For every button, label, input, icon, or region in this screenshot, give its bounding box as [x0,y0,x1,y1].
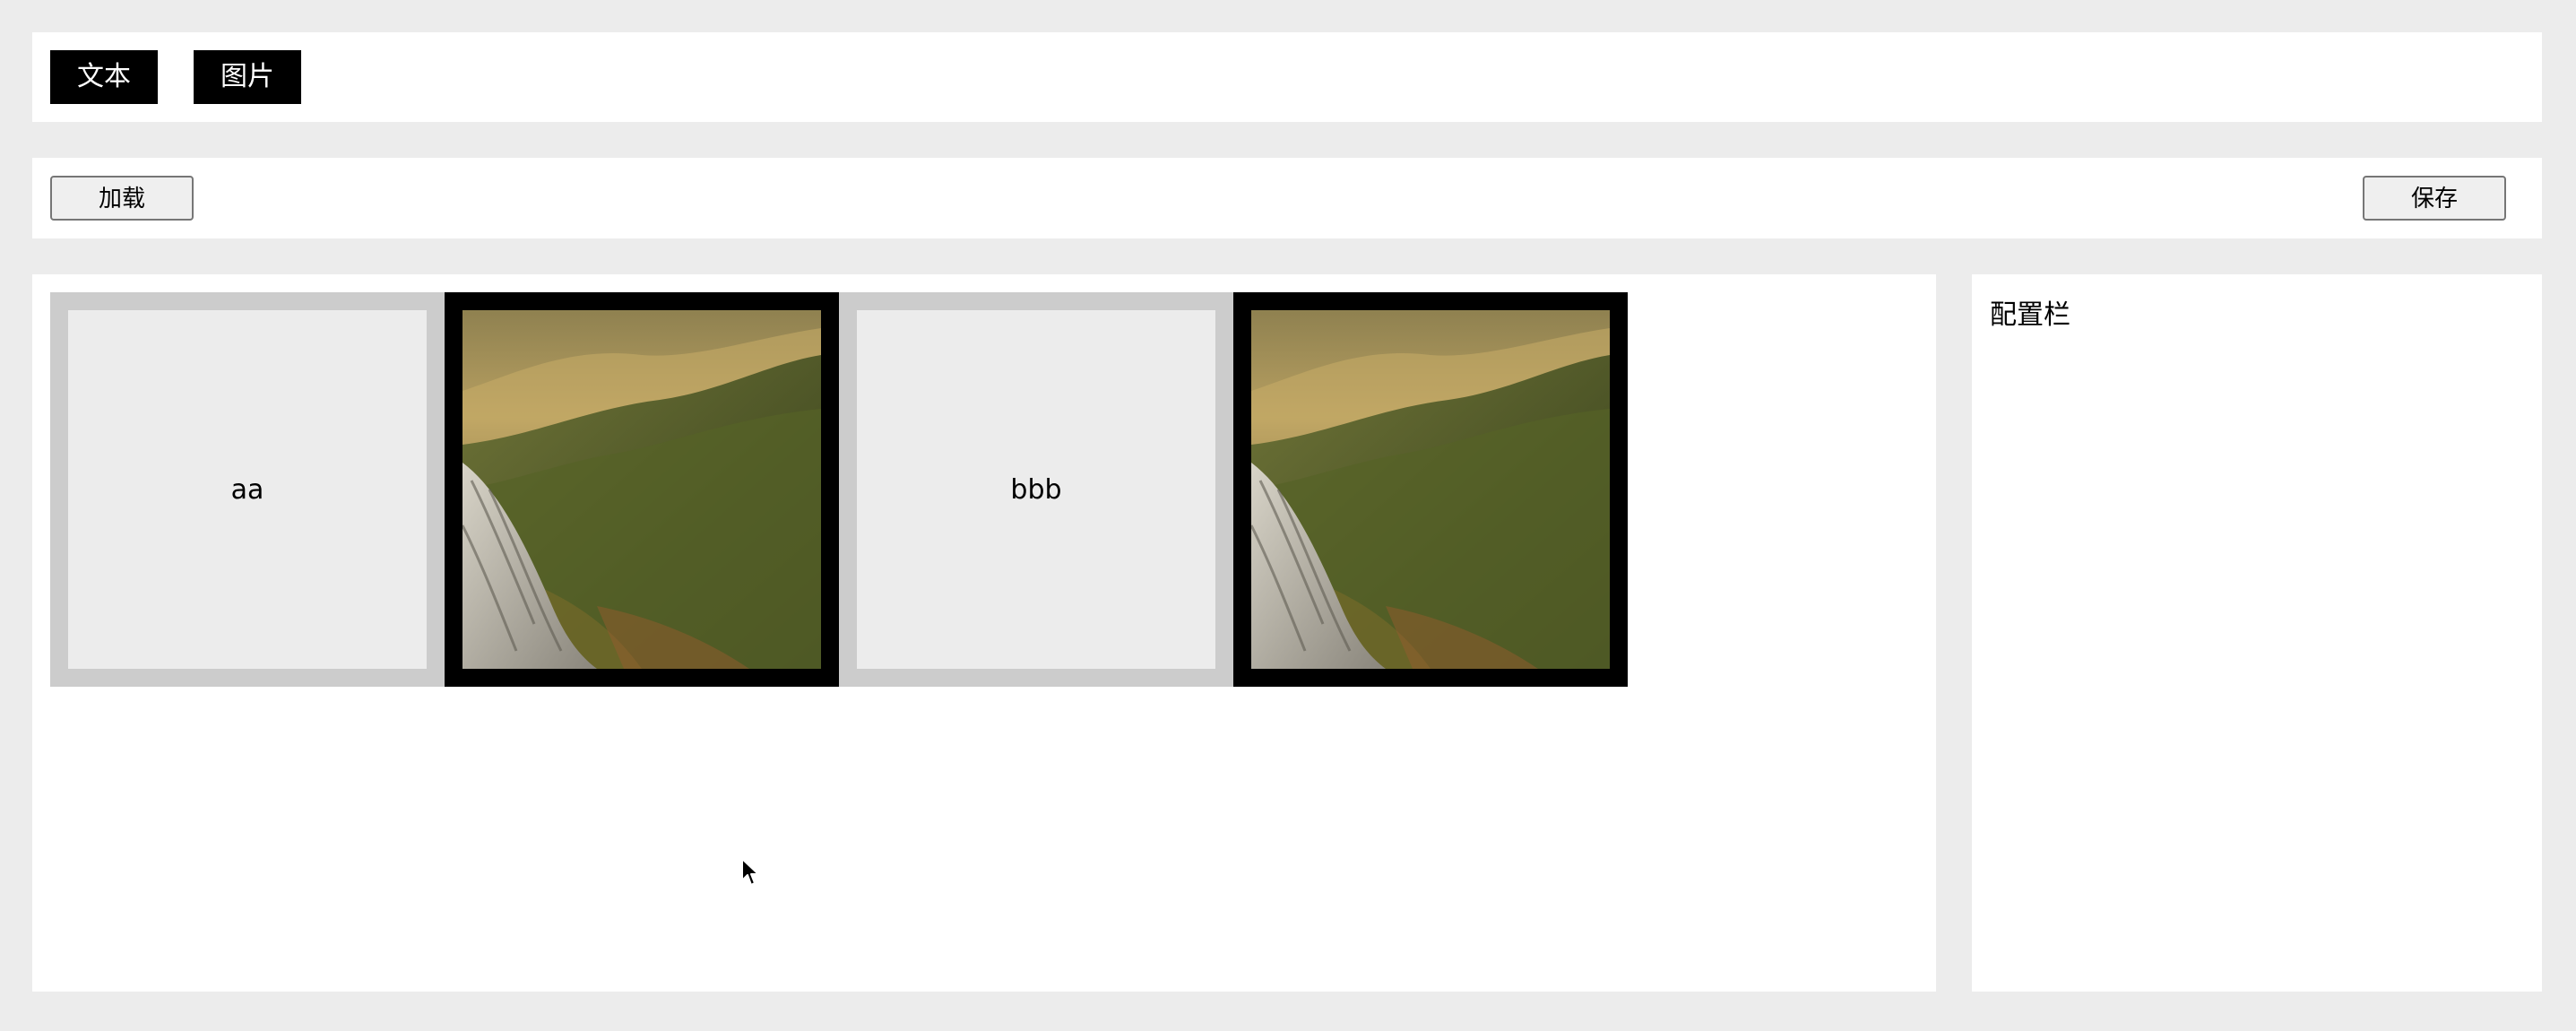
image-component-button[interactable]: 图片 [194,50,301,104]
component-toolbar: 文本 图片 [32,32,2542,122]
config-title: 配置栏 [1990,299,2070,331]
config-panel: 配置栏 [1972,274,2542,992]
image-tile[interactable] [1233,292,1628,687]
tile-text: aa [230,473,264,506]
action-bar: 加载 保存 [32,158,2542,238]
landscape-image [462,310,821,669]
load-button[interactable]: 加载 [50,176,194,221]
tile-text: bbb [1010,473,1062,506]
mouse-cursor-icon [741,858,759,886]
editor-canvas[interactable]: aa bbb [32,274,1936,992]
text-component-button[interactable]: 文本 [50,50,158,104]
text-tile[interactable]: bbb [839,292,1233,687]
image-tile[interactable] [445,292,839,687]
text-tile[interactable]: aa [50,292,445,687]
landscape-image [1251,310,1610,669]
save-button[interactable]: 保存 [2363,176,2506,221]
